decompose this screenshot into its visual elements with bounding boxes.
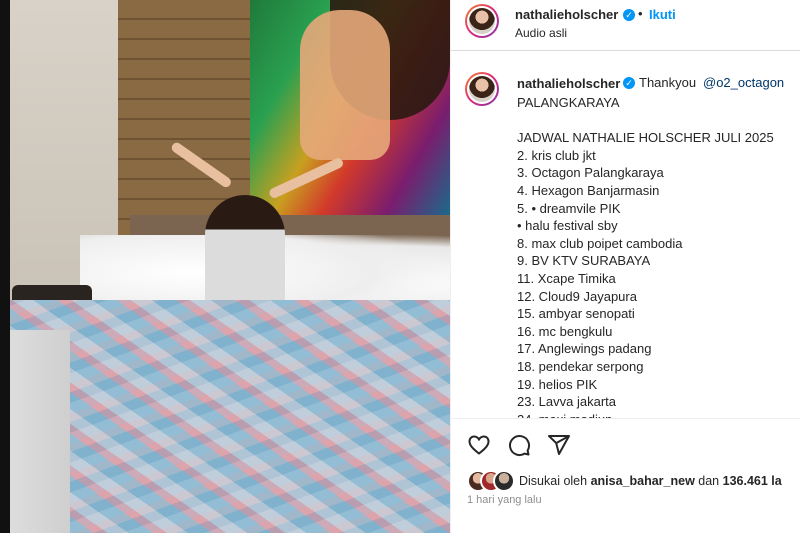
post-side-panel: nathalieholscher ✓ • Ikuti Audio asli na… (450, 0, 800, 533)
caption-area: nathalieholscher ✓ Thankyou @o2_octagon … (451, 50, 800, 418)
caption-line: 18. pendekar serpong (517, 358, 644, 374)
comment-icon[interactable] (507, 433, 531, 457)
caption-line: 23. Lavva jakarta (517, 394, 617, 410)
caption-line: 16. mc bengkulu (517, 323, 613, 339)
likes-prefix: Disukai oleh (519, 474, 588, 488)
share-icon[interactable] (547, 433, 571, 457)
header-username[interactable]: nathalieholscher (515, 7, 618, 22)
caption-line: 8. max club poipet cambodia (517, 235, 683, 251)
post-photo[interactable] (0, 0, 450, 533)
avatar[interactable] (465, 4, 499, 38)
follow-button[interactable]: Ikuti (649, 7, 676, 22)
photo-mural-figure (300, 10, 390, 160)
header-separator: • (638, 6, 643, 21)
avatar (493, 470, 515, 492)
caption-line: 11. Xcape Timika (517, 270, 616, 286)
audio-label[interactable]: Audio asli (515, 26, 567, 40)
caption-line: 9. BV KTV SURABAYA (517, 253, 651, 269)
photo-bedsheet (10, 330, 70, 533)
caption-avatar[interactable] (465, 72, 499, 106)
verified-badge-icon: ✓ (623, 77, 635, 89)
likes-summary: Disukai oleh anisa_bahar_new dan 136.461… (519, 474, 782, 488)
post-header: nathalieholscher ✓ • Ikuti Audio asli (451, 0, 800, 51)
post-date[interactable]: 1 hari yang lalu (467, 494, 542, 506)
heart-icon[interactable] (467, 433, 491, 457)
photo-border (0, 0, 10, 533)
caption-line (517, 112, 774, 130)
caption-line: JADWAL NATHALIE HOLSCHER JULI 2025 (517, 130, 774, 146)
caption-line: 2. kris club jkt (517, 147, 596, 163)
likes-user-link[interactable]: anisa_bahar_new (591, 474, 695, 488)
caption-username[interactable]: nathalieholscher (517, 76, 620, 91)
caption-line: 15. ambyar senopati (517, 306, 635, 322)
caption-line: 12. Cloud9 Jayapura (517, 288, 637, 304)
caption-line: 24. maxi madiun (517, 411, 774, 418)
caption-line: 5. • dreamvile PIK (517, 200, 621, 216)
caption-mention-link[interactable]: @o2_octagon (703, 75, 784, 90)
verified-badge-icon: ✓ (623, 9, 635, 21)
caption-line: 4. Hexagon Banjarmasin (517, 182, 660, 198)
caption-text-prefix: Thankyou (639, 75, 697, 90)
likes-count[interactable]: 136.461 la (723, 474, 782, 488)
caption-line: 19. helios PIK (517, 376, 598, 392)
caption-line: 3. Octagon Palangkaraya (517, 165, 664, 181)
photo-money-pile (10, 300, 450, 533)
caption-line: PALANGKARAYA (517, 95, 620, 110)
caption-line: • halu festival sby (517, 218, 618, 234)
likes-connector: dan (698, 474, 720, 488)
photo-person (205, 195, 285, 310)
caption-body: PALANGKARAYA JADWAL NATHALIE HOLSCHER JUL… (517, 94, 774, 418)
action-bar (451, 418, 800, 469)
caption-line: 17. Anglewings padang (517, 341, 652, 357)
